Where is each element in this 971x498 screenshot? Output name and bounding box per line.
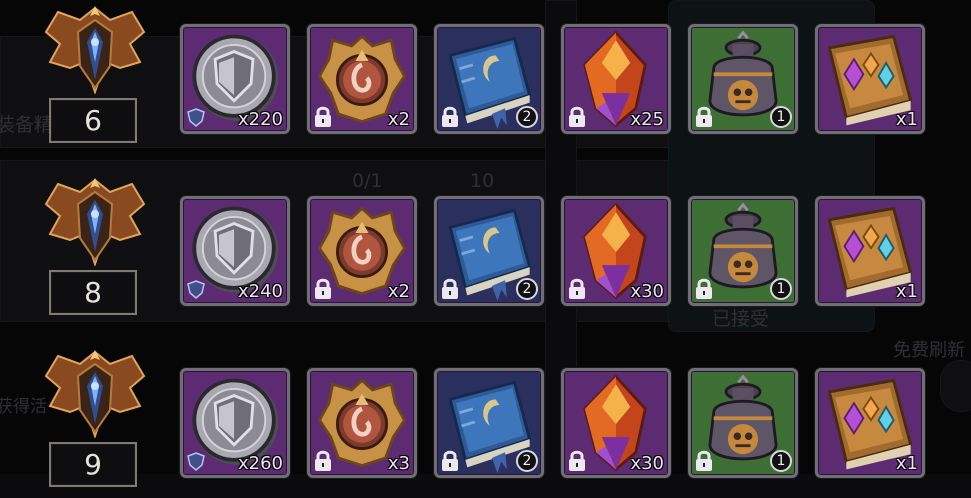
reward-slot-skull-urn[interactable]: 1 xyxy=(688,24,798,134)
reward-slot-moon-spellbook[interactable]: 2 xyxy=(434,368,544,478)
rank-crest-icon xyxy=(40,2,150,94)
reward-slot-fire-sigil-crest[interactable]: x3 xyxy=(307,368,417,478)
item-quantity: x25 xyxy=(630,109,664,130)
lock-icon xyxy=(694,450,714,472)
item-quantity: x3 xyxy=(387,453,410,474)
item-quantity: 2 xyxy=(516,278,538,300)
reward-slot-gem-tome[interactable]: x1 xyxy=(815,196,925,306)
rank-crest-icon xyxy=(40,174,150,266)
lock-icon xyxy=(313,106,333,128)
lock-icon xyxy=(313,278,333,300)
rank-crest-icon xyxy=(40,346,150,438)
item-quantity: 1 xyxy=(770,450,792,472)
item-quantity: x30 xyxy=(630,453,664,474)
lock-icon xyxy=(694,278,714,300)
rank-level-box: 8 xyxy=(49,270,137,315)
lock-icon xyxy=(694,106,714,128)
shield-badge-icon xyxy=(186,106,206,128)
rank-level-box: 9 xyxy=(49,442,137,487)
lock-icon xyxy=(440,450,460,472)
item-quantity: 1 xyxy=(770,278,792,300)
lock-icon xyxy=(440,278,460,300)
item-quantity: 2 xyxy=(516,450,538,472)
rank-level-box: 6 xyxy=(49,98,137,143)
reward-slot-skull-urn[interactable]: 1 xyxy=(688,196,798,306)
item-quantity: x260 xyxy=(237,453,283,474)
item-quantity: 2 xyxy=(516,106,538,128)
lock-icon xyxy=(440,106,460,128)
reward-slot-skull-urn[interactable]: 1 xyxy=(688,368,798,478)
item-quantity: 1 xyxy=(770,106,792,128)
item-quantity: x220 xyxy=(237,109,283,130)
item-quantity: x1 xyxy=(895,109,918,130)
reward-tier-row: 9 x260 x3 2 x30 1 x1 xyxy=(0,368,971,498)
lock-icon xyxy=(313,450,333,472)
reward-slot-silver-shield-coin[interactable]: x220 xyxy=(180,24,290,134)
reward-slot-fire-sigil-crest[interactable]: x2 xyxy=(307,196,417,306)
reward-slot-gem-tome[interactable]: x1 xyxy=(815,368,925,478)
lock-icon xyxy=(567,450,587,472)
item-quantity: x30 xyxy=(630,281,664,302)
shield-badge-icon xyxy=(186,450,206,472)
reward-slot-fire-crystal[interactable]: x30 xyxy=(561,368,671,478)
reward-slot-fire-sigil-crest[interactable]: x2 xyxy=(307,24,417,134)
item-quantity: x2 xyxy=(387,109,410,130)
shield-badge-icon xyxy=(186,278,206,300)
item-quantity: x1 xyxy=(895,453,918,474)
item-quantity: x2 xyxy=(387,281,410,302)
item-quantity: x1 xyxy=(895,281,918,302)
reward-slot-gem-tome[interactable]: x1 xyxy=(815,24,925,134)
reward-slot-moon-spellbook[interactable]: 2 xyxy=(434,196,544,306)
reward-slot-silver-shield-coin[interactable]: x240 xyxy=(180,196,290,306)
lock-icon xyxy=(567,278,587,300)
reward-slot-moon-spellbook[interactable]: 2 xyxy=(434,24,544,134)
item-quantity: x240 xyxy=(237,281,283,302)
lock-icon xyxy=(567,106,587,128)
reward-slot-silver-shield-coin[interactable]: x260 xyxy=(180,368,290,478)
reward-tier-row: 6 x220 x2 2 x25 1 x1 xyxy=(0,24,971,154)
reward-tier-row: 8 x240 x2 2 x30 1 x1 xyxy=(0,196,971,326)
reward-slot-fire-crystal[interactable]: x25 xyxy=(561,24,671,134)
reward-slot-fire-crystal[interactable]: x30 xyxy=(561,196,671,306)
